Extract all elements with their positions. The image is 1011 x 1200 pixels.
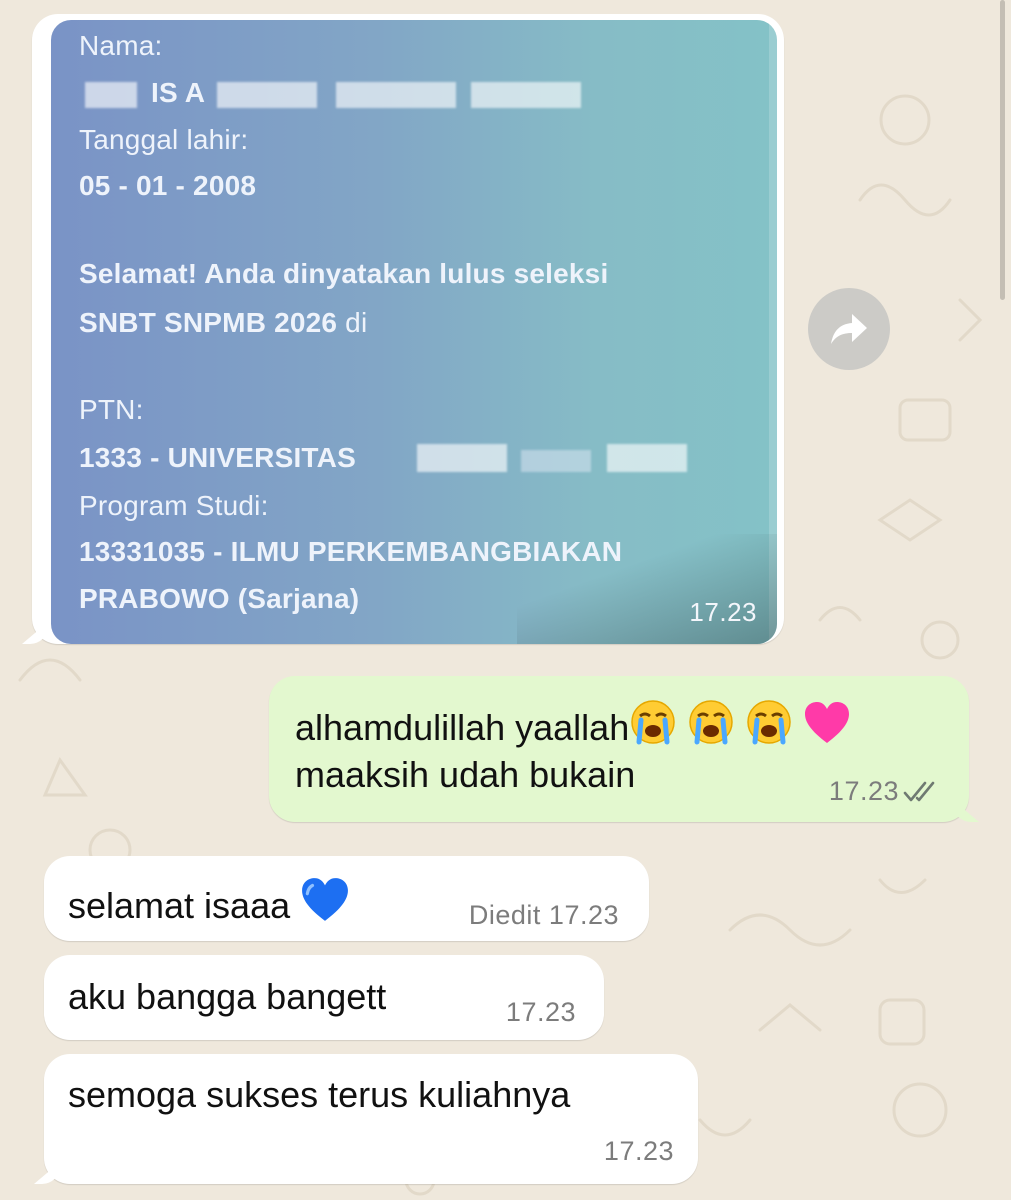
redaction-blur (471, 82, 581, 108)
loudly-crying-face-icon (629, 698, 677, 755)
photo-text-prodi-value-2: PRABOWO (Sarjana) (79, 583, 360, 614)
message-text-line-2: maaksih udah bukain (295, 754, 636, 795)
screenshot-image[interactable]: Nama: IS A Tanggal lahir: 05 - 01 - 2008… (51, 20, 777, 644)
photo-text-congrats-2: SNBT SNPMB 2026 di (79, 307, 368, 338)
message-text: semoga sukses terus kuliahnya (68, 1074, 571, 1115)
photo-text-ptn-value: 1333 - UNIVERSITAS (79, 442, 356, 473)
redaction-blur (85, 82, 137, 108)
pink-heart-icon (803, 700, 851, 755)
edited-label: Diedit (468, 900, 541, 930)
message-time: 17.23 (603, 1136, 674, 1166)
photo-text-congrats-1: Selamat! Anda dinyatakan lulus seleksi (79, 258, 609, 289)
redaction-blur (521, 450, 591, 472)
message-time: 17.23 (505, 997, 576, 1027)
forward-button[interactable] (808, 288, 890, 370)
redaction-blur (336, 82, 456, 108)
bubble-tail (953, 800, 979, 822)
message-time: 17.23 (548, 900, 619, 930)
photo-text-nama-value: IS A (151, 77, 206, 108)
message-time: 17.23 (689, 597, 757, 627)
loudly-crying-face-icon (745, 698, 793, 755)
bubble-tail (22, 622, 48, 644)
forward-arrow-icon (831, 314, 867, 344)
message-text: aku bangga bangett (68, 976, 387, 1017)
blue-heart-icon (300, 876, 350, 933)
message-edited-time: Diedit 17.23 (469, 900, 619, 931)
incoming-message-bubble[interactable]: selamat isaaa Diedit 17.23 (44, 856, 649, 941)
double-check-icon (903, 781, 935, 802)
photo-text-tanggal-value: 05 - 01 - 2008 (79, 170, 257, 201)
message-text-line-1: alhamdulillah yaallah (295, 698, 851, 755)
bubble-tail (34, 1162, 60, 1184)
image-message-bubble[interactable]: Nama: IS A Tanggal lahir: 05 - 01 - 2008… (22, 14, 784, 644)
photo-text-prodi-label: Program Studi: (79, 490, 269, 521)
message-text: selamat isaaa (68, 876, 350, 933)
photo-text-ptn-label: PTN: (79, 394, 144, 425)
redaction-blur (607, 444, 687, 472)
incoming-message-bubble[interactable]: semoga sukses terus kuliahnya 17.23 (34, 1054, 698, 1184)
redaction-blur (217, 82, 317, 108)
redaction-blur (417, 444, 507, 472)
message-time: 17.23 (828, 776, 899, 806)
photo-text-tanggal-label: Tanggal lahir: (79, 124, 249, 155)
outgoing-message-bubble[interactable]: alhamdulillah yaallah maaksih udah bukai… (269, 676, 979, 822)
photo-text-nama-label: Nama: (79, 30, 163, 61)
scrollbar[interactable] (1000, 0, 1005, 300)
incoming-message-bubble[interactable]: aku bangga bangett 17.23 (44, 955, 604, 1040)
loudly-crying-face-icon (687, 698, 735, 755)
